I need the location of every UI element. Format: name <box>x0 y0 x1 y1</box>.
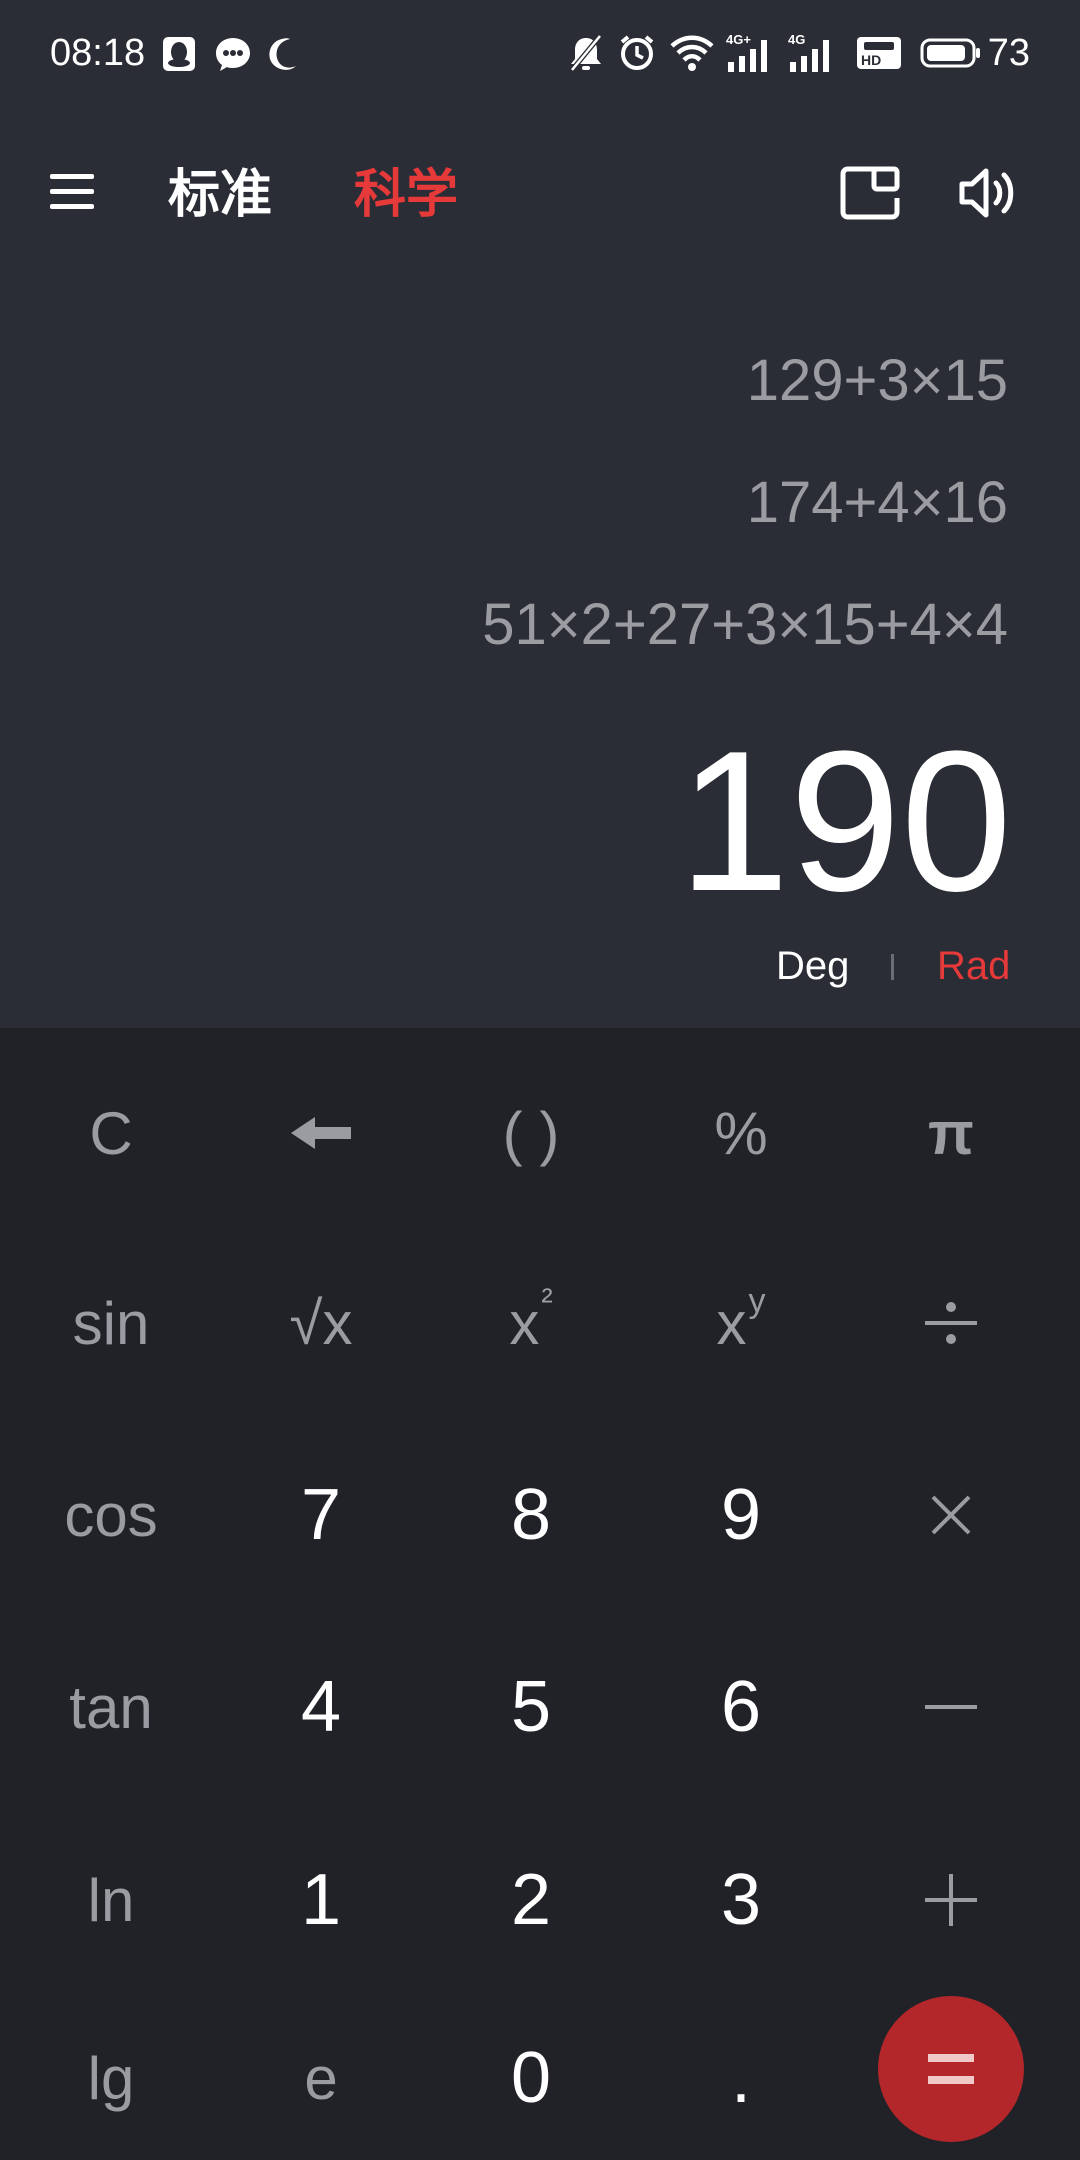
history-line[interactable]: 129+3×15 <box>747 346 1008 416</box>
digit-6-button[interactable]: 6 <box>636 1617 846 1797</box>
power-exponent: y <box>748 1281 766 1320</box>
digit-4-label: 4 <box>300 1667 342 1747</box>
backspace-button[interactable] <box>216 1043 426 1223</box>
digit-1-button[interactable]: 1 <box>216 1810 426 1990</box>
digit-1-label: 1 <box>300 1860 342 1940</box>
calculator-app: 08:18 4G+ 4G HD 73 标准 科学 129+3×15 174+4×… <box>0 0 1080 2160</box>
lg-button[interactable]: lg <box>6 1988 216 2160</box>
signal-4g-icon: 4G <box>788 32 829 72</box>
alarm-icon <box>620 35 654 70</box>
wifi-icon <box>670 35 714 71</box>
angle-deg-toggle[interactable]: Deg <box>776 938 849 994</box>
digit-6-label: 6 <box>720 1667 762 1747</box>
sin-button[interactable]: sin <box>6 1233 216 1413</box>
minus-button[interactable] <box>846 1617 1056 1797</box>
mute-icon <box>570 34 602 72</box>
moon-icon <box>269 38 296 70</box>
decimal-point-label: . <box>730 2038 751 2118</box>
status-time: 08:18 <box>50 32 146 74</box>
minus-icon <box>925 1705 977 1709</box>
power-button[interactable]: xy <box>636 1233 846 1413</box>
digit-7-label: 7 <box>300 1475 342 1555</box>
decimal-point-button[interactable]: . <box>636 1988 846 2160</box>
sqrt-button[interactable]: √x <box>216 1233 426 1413</box>
power-base: x <box>716 1289 747 1357</box>
status-bar: 08:18 4G+ 4G HD 73 <box>0 0 1080 108</box>
digit-9-button[interactable]: 9 <box>636 1425 846 1605</box>
cos-button[interactable]: cos <box>6 1425 216 1605</box>
digit-5-button[interactable]: 5 <box>426 1617 636 1797</box>
history-line[interactable]: 174+4×16 <box>747 468 1008 538</box>
pi-label: π <box>928 1099 974 1167</box>
digit-8-button[interactable]: 8 <box>426 1425 636 1605</box>
hd-icon: HD <box>857 37 901 69</box>
history-line[interactable]: 51×2+27+3×15+4×4 <box>482 590 1008 660</box>
result-display: 190 <box>678 710 1012 933</box>
digit-2-button[interactable]: 2 <box>426 1810 636 1990</box>
digit-5-label: 5 <box>510 1667 552 1747</box>
svg-text:4G+: 4G+ <box>726 32 751 47</box>
ln-label: ln <box>87 1866 135 1934</box>
euler-e-label: e <box>304 2044 338 2112</box>
clear-button[interactable]: C <box>6 1043 216 1223</box>
display-area: 08:18 4G+ 4G HD 73 标准 科学 129+3×15 174+4×… <box>0 0 1080 1028</box>
angle-rad-toggle[interactable]: Rad <box>937 938 1010 994</box>
digit-4-button[interactable]: 4 <box>216 1617 426 1797</box>
divide-button[interactable] <box>846 1233 1056 1413</box>
battery-level: 73 <box>987 32 1030 74</box>
battery-icon <box>920 38 980 68</box>
euler-e-button[interactable]: e <box>216 1988 426 2160</box>
backspace-arrow-icon <box>291 1117 351 1149</box>
clear-label: C <box>89 1099 133 1167</box>
ln-button[interactable]: ln <box>6 1810 216 1990</box>
digit-7-button[interactable]: 7 <box>216 1425 426 1605</box>
tan-button[interactable]: tan <box>6 1617 216 1797</box>
cos-label: cos <box>64 1481 158 1549</box>
svg-text:HD: HD <box>861 52 881 68</box>
angle-separator <box>891 954 894 980</box>
tab-science[interactable]: 科学 <box>354 160 458 230</box>
square-base: x <box>509 1289 540 1357</box>
floating-window-icon[interactable] <box>840 166 900 220</box>
tan-label: tan <box>69 1673 153 1741</box>
plus-button[interactable] <box>846 1810 1056 1990</box>
speaker-icon[interactable] <box>958 166 1020 220</box>
divide-icon <box>925 1302 977 1344</box>
digit-3-label: 3 <box>720 1860 762 1940</box>
message-icon <box>216 38 250 71</box>
tab-standard[interactable]: 标准 <box>168 160 272 230</box>
plus-icon <box>925 1874 977 1926</box>
parentheses-label: ( ) <box>502 1099 560 1167</box>
digit-3-button[interactable]: 3 <box>636 1810 846 1990</box>
percent-button[interactable]: % <box>636 1043 846 1223</box>
lg-label: lg <box>87 2044 135 2112</box>
sin-label: sin <box>72 1289 150 1357</box>
square-button[interactable]: x² <box>426 1233 636 1413</box>
parentheses-button[interactable]: ( ) <box>426 1043 636 1223</box>
sqrt-label: √x <box>289 1289 353 1357</box>
digit-8-label: 8 <box>510 1475 552 1555</box>
equals-button[interactable] <box>878 1996 1024 2142</box>
percent-label: % <box>714 1099 768 1167</box>
digit-2-label: 2 <box>510 1860 552 1940</box>
square-exponent: ² <box>541 1281 553 1320</box>
svg-text:4G: 4G <box>788 32 805 47</box>
digit-0-button[interactable]: 0 <box>426 1988 636 2160</box>
pi-button[interactable]: π <box>846 1043 1056 1223</box>
hamburger-menu-icon[interactable] <box>50 170 94 214</box>
digit-9-label: 9 <box>720 1475 762 1555</box>
multiply-button[interactable] <box>846 1425 1056 1605</box>
digit-0-label: 0 <box>510 2038 552 2118</box>
equals-icon <box>928 2054 974 2084</box>
qq-icon <box>163 37 195 71</box>
multiply-icon <box>931 1495 971 1535</box>
signal-4g-plus-icon: 4G+ <box>726 32 767 72</box>
